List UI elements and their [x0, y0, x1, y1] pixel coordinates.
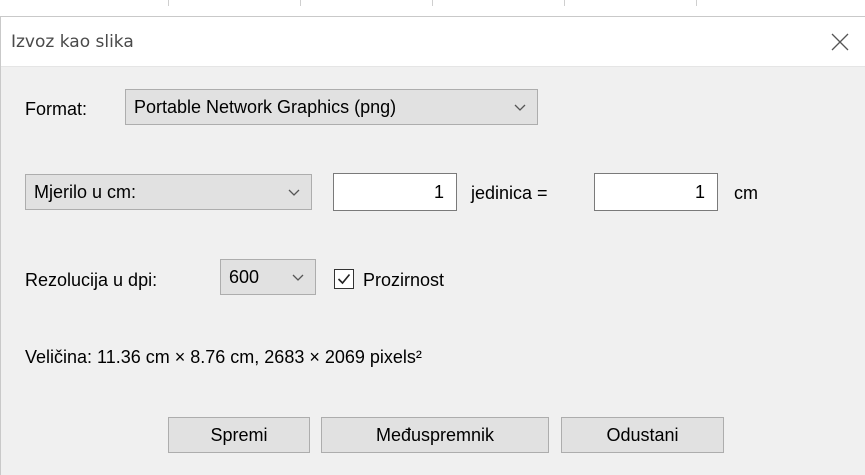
chevron-down-icon — [514, 104, 526, 111]
dialog-titlebar[interactable]: Izvoz kao slika — [1, 17, 865, 67]
save-button[interactable]: Spremi — [168, 417, 310, 453]
format-select-value: Portable Network Graphics (png) — [134, 96, 397, 117]
resolution-select[interactable]: 600 — [220, 259, 316, 295]
background-tick — [300, 0, 301, 6]
cancel-button[interactable]: Odustani — [561, 417, 724, 453]
dialog-content: Format: Portable Network Graphics (png) … — [1, 67, 865, 475]
cm-unit-label: cm — [734, 183, 758, 203]
units-input[interactable]: 1 — [333, 173, 457, 211]
background-tick — [168, 0, 169, 6]
background-tick — [564, 0, 565, 6]
chevron-down-icon — [292, 274, 304, 281]
equals-label: jedinica = — [471, 183, 548, 203]
scale-mode-select[interactable]: Mjerilo u cm: — [25, 174, 312, 210]
background-tick — [696, 0, 697, 6]
chevron-down-icon — [288, 189, 300, 196]
checkmark-icon — [337, 273, 351, 285]
dialog-title: Izvoz kao slika — [11, 32, 134, 52]
clipboard-button[interactable]: Međuspremnik — [321, 417, 549, 453]
close-button[interactable] — [821, 23, 859, 61]
background-window-edge — [0, 0, 865, 16]
resolution-select-value: 600 — [229, 266, 260, 287]
size-info: Veličina: 11.36 cm × 8.76 cm, 2683 × 206… — [25, 347, 422, 367]
scale-mode-value: Mjerilo u cm: — [34, 181, 137, 202]
export-image-dialog: Izvoz kao slika Format: Portable Network… — [0, 16, 865, 475]
transparency-checkbox[interactable] — [334, 269, 354, 289]
background-tick — [432, 0, 433, 6]
format-label: Format: — [25, 99, 88, 119]
format-select[interactable]: Portable Network Graphics (png) — [125, 89, 538, 125]
transparency-label[interactable]: Prozirnost — [363, 270, 444, 291]
cm-input[interactable]: 1 — [594, 173, 718, 211]
resolution-label: Rezolucija u dpi: — [25, 270, 158, 290]
close-icon — [831, 33, 849, 51]
